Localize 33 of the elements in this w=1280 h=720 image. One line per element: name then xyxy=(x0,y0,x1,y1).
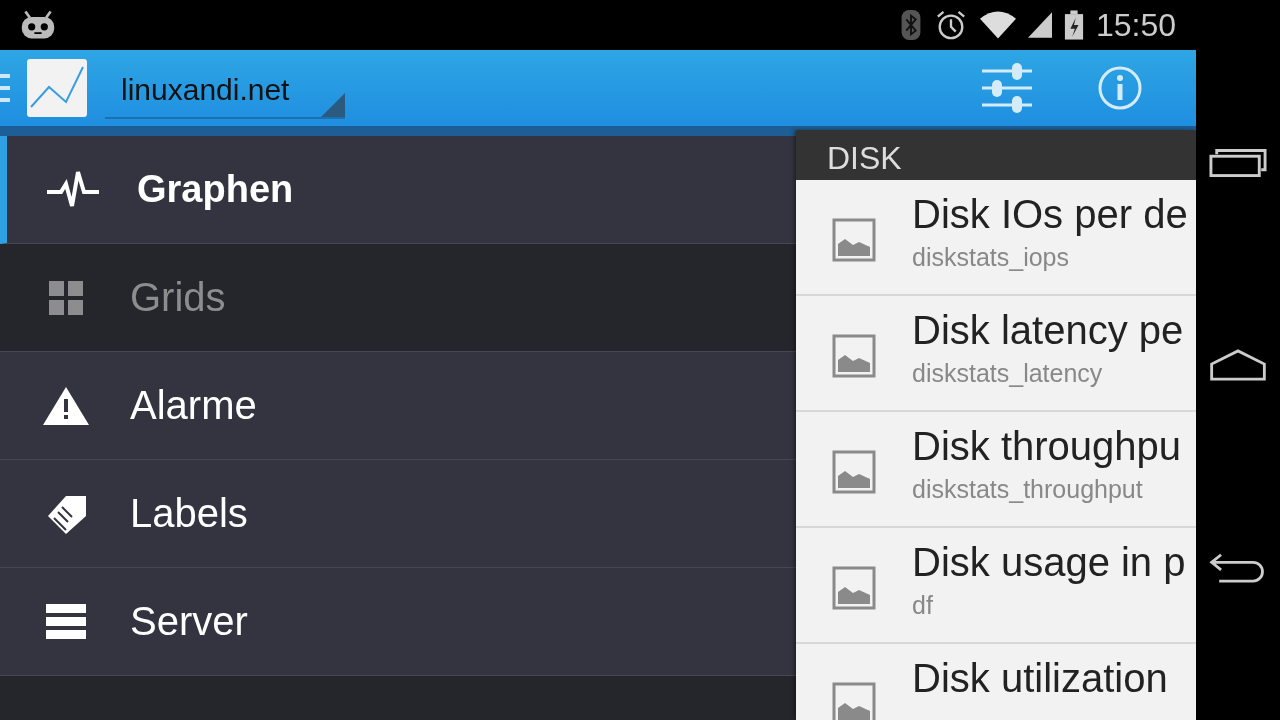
battery-icon xyxy=(1063,9,1084,41)
warning-icon xyxy=(40,385,92,426)
home-icon[interactable] xyxy=(1209,349,1267,381)
drawer-item[interactable]: Alarme xyxy=(0,352,796,460)
image-icon xyxy=(832,334,876,378)
clock-time: 15:50 xyxy=(1095,6,1176,44)
graph-id: diskstats_latency xyxy=(912,359,1104,388)
bluetooth-icon xyxy=(899,9,922,41)
drawer-item[interactable]: Server xyxy=(0,568,796,676)
graph-title: Disk IOs per de xyxy=(912,192,1188,237)
app-logo-icon xyxy=(27,59,87,117)
dropdown-icon xyxy=(321,93,345,117)
site-dropdown[interactable]: linuxandi.net xyxy=(105,57,345,119)
graph-id: diskstats_throughput xyxy=(912,475,1144,504)
graph-title: Disk latency pe xyxy=(912,308,1184,353)
drawer-item[interactable]: Labels xyxy=(0,460,796,568)
section-header: DISK xyxy=(796,130,1196,180)
graph-id: diskstats_iops xyxy=(912,243,1071,272)
robot-icon xyxy=(20,9,56,41)
settings-sliders-icon[interactable] xyxy=(982,63,1032,113)
image-icon xyxy=(832,566,876,610)
drawer-item[interactable]: Graphen xyxy=(0,136,796,244)
info-icon[interactable] xyxy=(1098,66,1142,110)
image-icon xyxy=(832,218,876,262)
graph-title: Disk throughpu xyxy=(912,424,1182,469)
graph-id: df xyxy=(912,591,934,620)
graph-title: Disk utilization xyxy=(912,656,1168,701)
graph-title: Disk usage in p xyxy=(912,540,1186,585)
back-icon[interactable] xyxy=(1209,551,1267,583)
image-icon xyxy=(832,682,876,720)
image-icon xyxy=(832,450,876,494)
wifi-icon xyxy=(979,9,1016,41)
recents-icon[interactable] xyxy=(1209,147,1267,179)
